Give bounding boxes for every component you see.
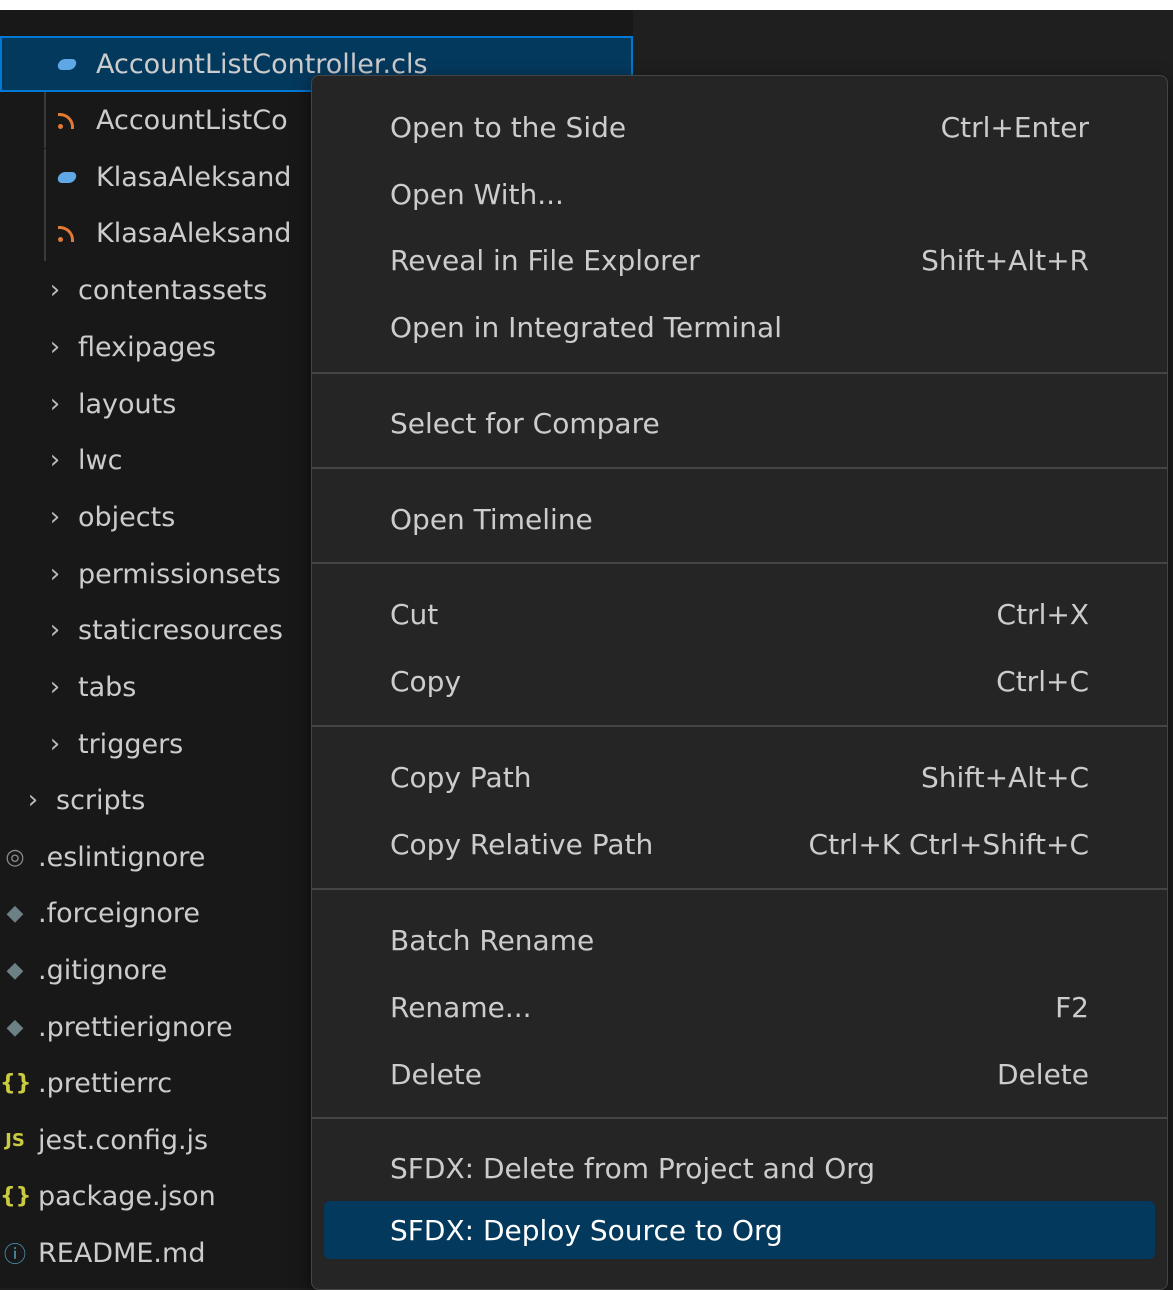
json-icon: {}	[0, 1183, 32, 1209]
menu-item-shortcut: Ctrl+K Ctrl+Shift+C	[808, 827, 1089, 861]
xml-meta-icon	[58, 111, 76, 129]
menu-item-shortcut: Delete	[997, 1057, 1089, 1091]
folder-label: objects	[78, 501, 176, 533]
folder-label: classes	[84, 10, 182, 16]
menu-item-label: Open to the Side	[390, 110, 627, 144]
menu-item-label: Copy Path	[390, 760, 532, 794]
menu-item-label: SFDX: Delete from Project and Org	[390, 1151, 876, 1185]
menu-separator	[312, 372, 1167, 374]
javascript-icon: JS	[5, 1129, 25, 1151]
json-icon: {}	[0, 1070, 32, 1096]
folder-label: scripts	[56, 784, 146, 816]
chevron-right-icon: ›	[49, 445, 61, 475]
menu-item-label: Open With...	[390, 177, 564, 211]
menu-item-shortcut: Ctrl+C	[996, 664, 1089, 698]
chevron-right-icon: ›	[27, 785, 39, 815]
menu-item-label: Reveal in File Explorer	[390, 243, 700, 277]
folder-classes[interactable]: ⌄ classes	[0, 10, 633, 28]
menu-item-open-with[interactable]: Open With...	[324, 165, 1155, 223]
menu-separator	[312, 467, 1167, 469]
menu-separator	[312, 888, 1167, 890]
eslint-icon: ◎	[5, 844, 25, 870]
ignore-file-icon: ◆	[6, 900, 24, 926]
menu-item-label: Copy	[390, 664, 462, 698]
folder-label: flexipages	[78, 331, 217, 363]
menu-item-label: Batch Rename	[390, 923, 595, 957]
context-menu: Open to the Side Ctrl+Enter Open With... …	[311, 75, 1168, 1290]
file-label: KlasaAleksand	[96, 217, 292, 249]
ignore-file-icon: ◆	[6, 1014, 24, 1040]
chevron-right-icon: ›	[49, 332, 61, 362]
file-label: .prettierrc	[38, 1067, 173, 1099]
menu-item-shortcut: Ctrl+X	[996, 597, 1089, 631]
menu-item-label: Open Timeline	[390, 502, 593, 536]
menu-item-open-to-side[interactable]: Open to the Side Ctrl+Enter	[324, 98, 1155, 156]
folder-label: triggers	[78, 728, 184, 760]
menu-separator	[312, 562, 1167, 564]
menu-item-open-timeline[interactable]: Open Timeline	[324, 490, 1155, 548]
folder-label: permissionsets	[78, 558, 281, 590]
chevron-right-icon: ›	[49, 275, 61, 305]
menu-item-label: Delete	[390, 1057, 482, 1091]
indent-guide	[44, 92, 46, 148]
menu-item-open-in-terminal[interactable]: Open in Integrated Terminal	[324, 298, 1155, 356]
menu-item-copy-path[interactable]: Copy Path Shift+Alt+C	[324, 748, 1155, 806]
file-label: AccountListCo	[96, 104, 288, 136]
file-label: package.json	[38, 1180, 216, 1212]
menu-item-copy[interactable]: Copy Ctrl+C	[324, 652, 1155, 710]
menu-item-label: Copy Relative Path	[390, 827, 654, 861]
file-label: README.md	[38, 1237, 206, 1269]
menu-item-shortcut: Shift+Alt+C	[920, 760, 1089, 794]
folder-label: contentassets	[78, 274, 268, 306]
menu-item-select-for-compare[interactable]: Select for Compare	[324, 394, 1155, 452]
menu-item-label: Rename...	[390, 990, 532, 1024]
menu-item-batch-rename[interactable]: Batch Rename	[324, 911, 1155, 969]
menu-item-shortcut: Shift+Alt+R	[921, 243, 1089, 277]
folder-label: tabs	[78, 671, 137, 703]
menu-item-label: Cut	[390, 597, 439, 631]
menu-separator	[312, 1117, 1167, 1119]
file-label: .eslintignore	[38, 841, 206, 873]
menu-item-sfdx-deploy-source-to-org[interactable]: SFDX: Deploy Source to Org	[324, 1201, 1155, 1259]
window-top-edge	[0, 0, 1173, 10]
file-label: KlasaAleksand	[96, 161, 292, 193]
indent-guide	[44, 205, 46, 261]
apex-class-icon	[56, 171, 78, 183]
chevron-right-icon: ›	[49, 502, 61, 532]
menu-item-label: SFDX: Deploy Source to Org	[390, 1213, 783, 1247]
chevron-right-icon: ›	[49, 672, 61, 702]
chevron-right-icon: ›	[49, 559, 61, 589]
file-label: jest.config.js	[38, 1124, 209, 1156]
apex-class-icon	[56, 58, 78, 70]
chevron-right-icon: ›	[49, 389, 61, 419]
folder-label: staticresources	[78, 614, 283, 646]
menu-separator	[312, 725, 1167, 727]
menu-item-label: Open in Integrated Terminal	[390, 310, 782, 344]
menu-item-shortcut: Ctrl+Enter	[940, 110, 1089, 144]
indent-guide	[44, 149, 46, 205]
file-label: .forceignore	[38, 897, 200, 929]
menu-item-label: Select for Compare	[390, 406, 660, 440]
chevron-right-icon: ›	[49, 729, 61, 759]
xml-meta-icon	[58, 224, 76, 242]
menu-item-sfdx-delete-from-project-and-org[interactable]: SFDX: Delete from Project and Org	[324, 1139, 1155, 1197]
file-label: .prettierignore	[38, 1011, 233, 1043]
menu-item-rename[interactable]: Rename... F2	[324, 978, 1155, 1036]
file-label: .gitignore	[38, 954, 168, 986]
menu-item-reveal-in-file-explorer[interactable]: Reveal in File Explorer Shift+Alt+R	[324, 231, 1155, 289]
menu-item-cut[interactable]: Cut Ctrl+X	[324, 585, 1155, 643]
folder-label: layouts	[78, 388, 177, 420]
menu-item-copy-relative-path[interactable]: Copy Relative Path Ctrl+K Ctrl+Shift+C	[324, 815, 1155, 873]
folder-label: lwc	[78, 444, 123, 476]
menu-item-shortcut: F2	[1055, 990, 1089, 1024]
menu-item-delete[interactable]: Delete Delete	[324, 1045, 1155, 1103]
chevron-down-icon: ⌄	[48, 10, 74, 15]
info-icon: ⓘ	[3, 1243, 26, 1268]
ignore-file-icon: ◆	[6, 957, 24, 983]
chevron-right-icon: ›	[49, 615, 61, 645]
